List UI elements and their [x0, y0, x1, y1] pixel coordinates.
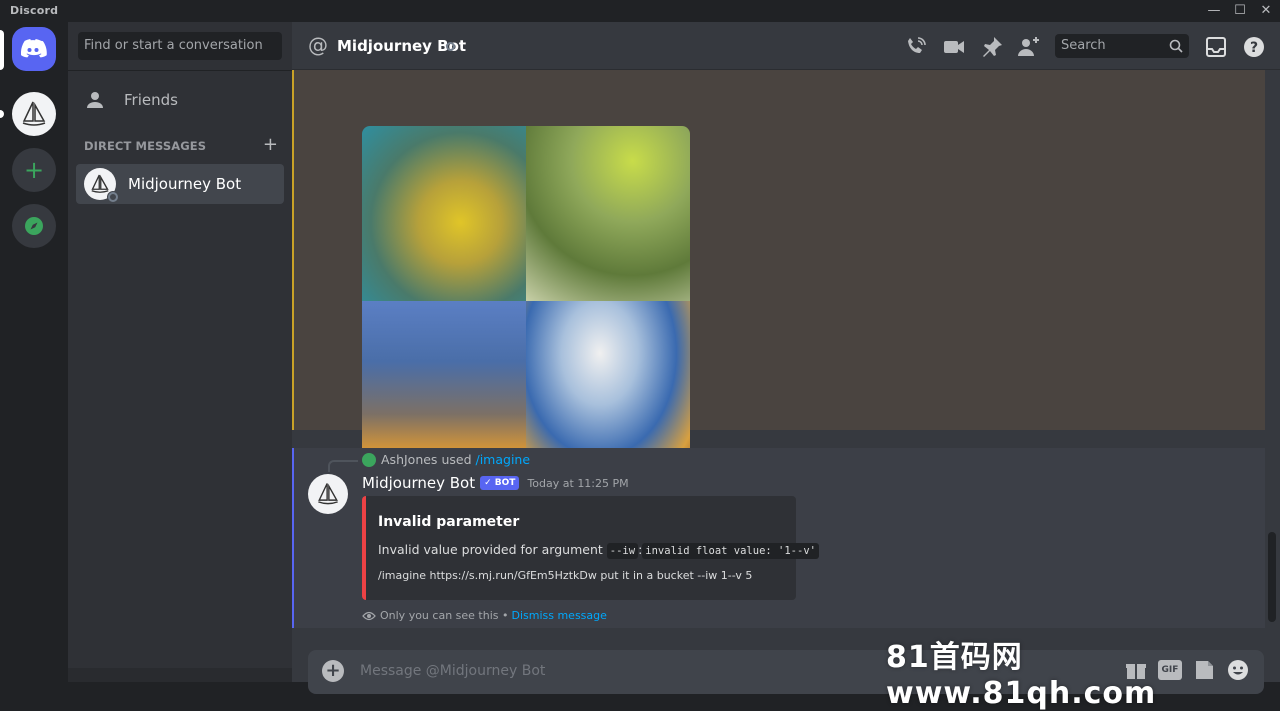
reply-verb: used: [441, 452, 472, 467]
minimize-button[interactable]: —: [1204, 2, 1224, 20]
compass-icon: [25, 217, 43, 235]
sailboat-icon: [22, 101, 46, 126]
message-author: Midjourney Bot ✓ BOT Today at 11:25 PM: [362, 474, 629, 492]
chat-main: @ Midjourney Bot Search ? AshJones used …: [292, 22, 1280, 694]
friends-label: Friends: [124, 91, 178, 109]
search-input[interactable]: Search: [1055, 34, 1189, 58]
watermark: 81首码网www.81qh.com: [886, 640, 1157, 711]
ephemeral-text: Only you can see this •: [380, 609, 509, 622]
discord-logo-icon: [21, 39, 47, 58]
friends-icon: [87, 92, 107, 108]
reply-user[interactable]: AshJones: [381, 452, 437, 467]
inbox-icon[interactable]: [1204, 35, 1228, 59]
error-embed: Invalid parameter Invalid value provided…: [362, 496, 819, 600]
avatar[interactable]: [308, 474, 348, 514]
eye-icon: [362, 611, 376, 620]
embed-prompt: /imagine https://s.mj.run/GfEm5HztkDw pu…: [378, 569, 753, 582]
scrollbar[interactable]: [1268, 532, 1276, 622]
at-icon: @: [308, 33, 328, 57]
unread-pill: [0, 110, 4, 118]
embed-desc-text: Invalid value provided for argument: [378, 542, 603, 557]
error-code: invalid float value: '1--v': [642, 543, 819, 559]
dm-item-midjourney-bot[interactable]: Midjourney Bot: [76, 164, 284, 204]
app-name: Discord: [10, 4, 59, 17]
offline-status-icon: [446, 42, 455, 51]
video-call-icon[interactable]: [942, 35, 966, 59]
image-quadrant[interactable]: [526, 126, 690, 301]
bot-badge: ✓ BOT: [480, 476, 520, 490]
dm-sidebar: Find or start a conversation Friends DIR…: [68, 22, 292, 682]
search-icon: [1169, 39, 1183, 53]
add-server-button[interactable]: +: [12, 148, 56, 192]
add-friend-icon[interactable]: [1017, 35, 1041, 59]
plus-icon: +: [23, 156, 45, 184]
reply-spine: [328, 460, 358, 472]
image-grid[interactable]: [362, 126, 690, 475]
direct-messages-header: DIRECT MESSAGES: [84, 139, 207, 153]
embed-description: Invalid value provided for argument --iw…: [378, 542, 819, 559]
friends-nav-item[interactable]: Friends: [76, 80, 284, 120]
title-bar: Discord — ☐ ✕: [0, 0, 1280, 22]
reply-context: AshJones used /imagine: [328, 452, 531, 472]
arg-code: --iw: [606, 543, 639, 559]
attach-plus-button[interactable]: +: [322, 660, 344, 682]
maximize-button[interactable]: ☐: [1230, 2, 1250, 20]
divider: [68, 70, 292, 71]
create-dm-button[interactable]: +: [263, 134, 278, 155]
ephemeral-note: Only you can see this • Dismiss message: [362, 609, 607, 622]
search-placeholder: Search: [1061, 38, 1106, 53]
active-pill: [0, 30, 4, 70]
highlighted-message: [292, 70, 1265, 475]
pin-icon[interactable]: [980, 35, 1004, 59]
server-midjourney[interactable]: [12, 92, 56, 136]
close-window-button[interactable]: ✕: [1256, 2, 1276, 20]
sailboat-icon: [318, 483, 338, 505]
help-icon[interactable]: ?: [1242, 35, 1266, 59]
image-quadrant[interactable]: [362, 126, 526, 301]
dm-item-label: Midjourney Bot: [128, 175, 242, 193]
avatar: [84, 168, 119, 203]
embed-title: Invalid parameter: [378, 514, 520, 530]
svg-text:?: ?: [1250, 40, 1258, 56]
server-rail: +: [0, 22, 68, 682]
home-button[interactable]: [12, 27, 56, 71]
explore-servers-button[interactable]: [12, 204, 56, 248]
find-conversation-input[interactable]: Find or start a conversation: [78, 32, 282, 60]
user-panel: [68, 668, 292, 682]
author-name[interactable]: Midjourney Bot: [362, 474, 475, 492]
dismiss-message-link[interactable]: Dismiss message: [511, 609, 606, 622]
reply-command[interactable]: /imagine: [476, 452, 531, 467]
offline-status-icon: [107, 191, 119, 203]
voice-call-icon[interactable]: [904, 35, 928, 59]
message-input[interactable]: Message @Midjourney Bot: [360, 663, 545, 679]
chat-header: @ Midjourney Bot Search ?: [292, 22, 1280, 70]
avatar: [362, 452, 376, 467]
bot-message: AshJones used /imagine Midjourney Bot ✓ …: [292, 448, 1265, 628]
timestamp: Today at 11:25 PM: [527, 476, 629, 490]
